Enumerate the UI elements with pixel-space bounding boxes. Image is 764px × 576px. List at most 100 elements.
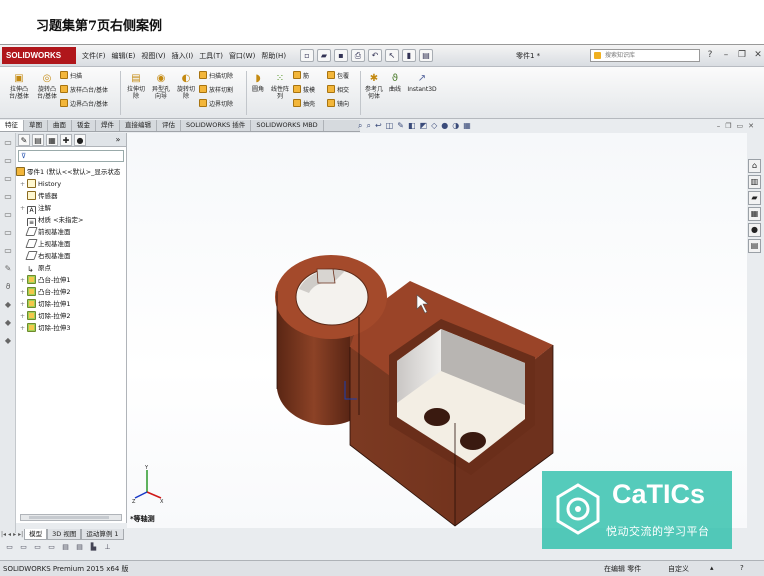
restore-icon[interactable]: ❐ — [736, 49, 748, 61]
rib-button[interactable]: 筋 — [293, 71, 309, 81]
hide-show-icon[interactable]: ◇ — [431, 121, 437, 131]
previous-view-icon[interactable]: ↩ — [375, 121, 382, 131]
apply-scene-icon[interactable]: ◑ — [452, 121, 459, 131]
edit-appearance-icon[interactable]: ● — [441, 121, 448, 131]
boundary-cut-button[interactable]: 边界切除 — [199, 99, 233, 109]
tab-direct-edit[interactable]: 直接编辑 — [120, 120, 157, 131]
property-manager-tab-icon[interactable]: ▤ — [32, 134, 44, 146]
tree-item-right-plane[interactable]: 右视基准面 — [16, 250, 126, 262]
feature-tree-tab-icon[interactable]: ✎ — [18, 134, 30, 146]
sweep-button[interactable]: 扫描 — [60, 71, 82, 81]
last-tab-arrow-icon[interactable]: ▸| — [17, 531, 24, 538]
tree-item-cut-extrude2[interactable]: + 切除-拉伸2 — [16, 310, 126, 322]
feature-icon[interactable]: ◆ — [2, 299, 14, 311]
dimension-icon[interactable]: ⊥ — [102, 542, 113, 552]
minimize-icon[interactable]: – — [720, 49, 732, 61]
curve-icon[interactable]: ϑ — [2, 281, 14, 293]
swept-cut-button[interactable]: 扫描切除 — [199, 71, 233, 81]
lofted-cut-button[interactable]: 放样切割 — [199, 85, 233, 95]
menu-window[interactable]: 窗口(W) — [229, 51, 255, 61]
unit-system-status[interactable]: 自定义 — [668, 564, 689, 574]
curves-button[interactable]: ϑ 曲线 — [386, 73, 404, 93]
sketch-status-icon[interactable]: ▭ — [32, 542, 43, 552]
tab-sketch[interactable]: 草图 — [24, 120, 48, 131]
solidworks-resources-icon[interactable]: ⌂ — [748, 159, 761, 173]
part-model[interactable] — [127, 133, 747, 528]
rebuild-icon[interactable]: ▮ — [402, 49, 416, 62]
view-orientation-icon[interactable]: ◧ — [408, 121, 416, 131]
tab-mbd[interactable]: SOLIDWORKS MBD — [251, 120, 324, 131]
status-arrow-icon[interactable]: ▴ — [710, 564, 714, 572]
tab-evaluate[interactable]: 评估 — [157, 120, 181, 131]
tree-root-part[interactable]: 零件1 (默认<<默认>_显示状态 — [16, 166, 126, 178]
sketch-tool-icon[interactable]: ▭ — [2, 227, 14, 239]
menu-tools[interactable]: 工具(T) — [199, 51, 223, 61]
tree-item-cut-extrude1[interactable]: + 切除-拉伸1 — [16, 298, 126, 310]
open-folder-icon[interactable]: ▰ — [317, 49, 331, 62]
pen-icon[interactable]: ✎ — [2, 263, 14, 275]
linear-pattern-button[interactable]: ⁙ 线性阵 列 — [268, 73, 292, 100]
fillet-button[interactable]: ◗ 圆角 — [249, 73, 267, 93]
help-status-icon[interactable]: ? — [740, 564, 744, 572]
sketch-status-icon[interactable]: ▭ — [46, 542, 57, 552]
sketch-tool-icon[interactable]: ▭ — [2, 245, 14, 257]
tab-motion-study[interactable]: 运动算例 1 — [81, 528, 124, 540]
tab-3d-views[interactable]: 3D 视图 — [47, 528, 82, 540]
view-palette-icon[interactable]: ▦ — [748, 207, 761, 221]
draft-button[interactable]: 拔模 — [293, 85, 315, 95]
sketch-status-icon[interactable]: ▭ — [4, 542, 15, 552]
intersect-button[interactable]: 相交 — [327, 85, 349, 95]
tab-features[interactable]: 特征 — [0, 120, 24, 131]
boundary-boss-button[interactable]: 边界凸台/基体 — [60, 99, 108, 109]
display-manager-tab-icon[interactable]: ● — [74, 134, 86, 146]
first-tab-arrow-icon[interactable]: |◂ — [0, 531, 7, 538]
tree-item-sensors[interactable]: 传感器 — [16, 190, 126, 202]
tab-weldments[interactable]: 焊件 — [96, 120, 120, 131]
viewport-close-icon[interactable]: ✕ — [748, 122, 754, 130]
sketch-tool-icon[interactable]: ▭ — [2, 137, 14, 149]
loft-button[interactable]: 放样凸台/基体 — [60, 85, 108, 95]
tab-model[interactable]: 模型 — [24, 528, 48, 540]
tree-item-annotations[interactable]: + A 注解 — [16, 202, 126, 214]
sketch-tool-icon[interactable]: ▭ — [2, 191, 14, 203]
help-icon[interactable]: ? — [704, 49, 716, 61]
viewport-tile-icon[interactable]: ❐ — [725, 122, 731, 130]
tree-item-history[interactable]: + History — [16, 178, 126, 190]
file-explorer-icon[interactable]: ▰ — [748, 191, 761, 205]
dimxpert-tab-icon[interactable]: ✚ — [60, 134, 72, 146]
options-icon[interactable]: ▤ — [419, 49, 433, 62]
dynamic-annotation-icon[interactable]: ✎ — [397, 121, 404, 131]
wrap-button[interactable]: 包覆 — [327, 71, 349, 81]
save-icon[interactable]: ▪ — [334, 49, 348, 62]
section-view-icon[interactable]: ◫ — [386, 121, 394, 131]
menu-help[interactable]: 帮助(H) — [261, 51, 286, 61]
tab-addins[interactable]: SOLIDWORKS 插件 — [181, 120, 252, 131]
extrude-cut-button[interactable]: ▤ 拉伸切 除 — [124, 73, 148, 100]
zoom-fit-icon[interactable]: ⌕ — [358, 121, 362, 131]
extrude-boss-button[interactable]: ▣ 拉伸凸 台/基体 — [4, 73, 34, 100]
tree-item-top-plane[interactable]: 上视基准面 — [16, 238, 126, 250]
view-settings-icon[interactable]: ▦ — [463, 121, 471, 131]
select-arrow-icon[interactable]: ↖ — [385, 49, 399, 62]
menu-view[interactable]: 视图(V) — [141, 51, 165, 61]
configuration-tab-icon[interactable]: ▦ — [46, 134, 58, 146]
new-document-icon[interactable]: ▫ — [300, 49, 314, 62]
revolve-boss-button[interactable]: ◎ 旋转凸 台/基体 — [34, 73, 60, 100]
zoom-area-icon[interactable]: ⌕ — [366, 121, 370, 131]
tree-item-origin[interactable]: ↳ 原点 — [16, 262, 126, 274]
tree-item-front-plane[interactable]: 前视基准面 — [16, 226, 126, 238]
tab-sheet-metal[interactable]: 钣金 — [72, 120, 96, 131]
tree-item-material[interactable]: ≡ 材质 <未指定> — [16, 214, 126, 226]
print-icon[interactable]: ⎙ — [351, 49, 365, 62]
viewport-minimize-icon[interactable]: – — [717, 122, 721, 130]
menu-insert[interactable]: 插入(I) — [172, 51, 194, 61]
sketch-tool-icon[interactable]: ▭ — [2, 155, 14, 167]
table-icon[interactable]: ▤ — [60, 542, 71, 552]
viewport-restore-icon[interactable]: ▭ — [737, 122, 744, 130]
tree-item-boss-extrude1[interactable]: + 凸台-拉伸1 — [16, 274, 126, 286]
sketch-status-icon[interactable]: ▭ — [18, 542, 29, 552]
reference-geometry-button[interactable]: ✱ 参考几 何体 — [362, 73, 386, 100]
hole-wizard-button[interactable]: ◉ 异型孔 向导 — [148, 73, 174, 100]
appearances-icon[interactable]: ● — [748, 223, 761, 237]
close-icon[interactable]: ✕ — [752, 49, 764, 61]
